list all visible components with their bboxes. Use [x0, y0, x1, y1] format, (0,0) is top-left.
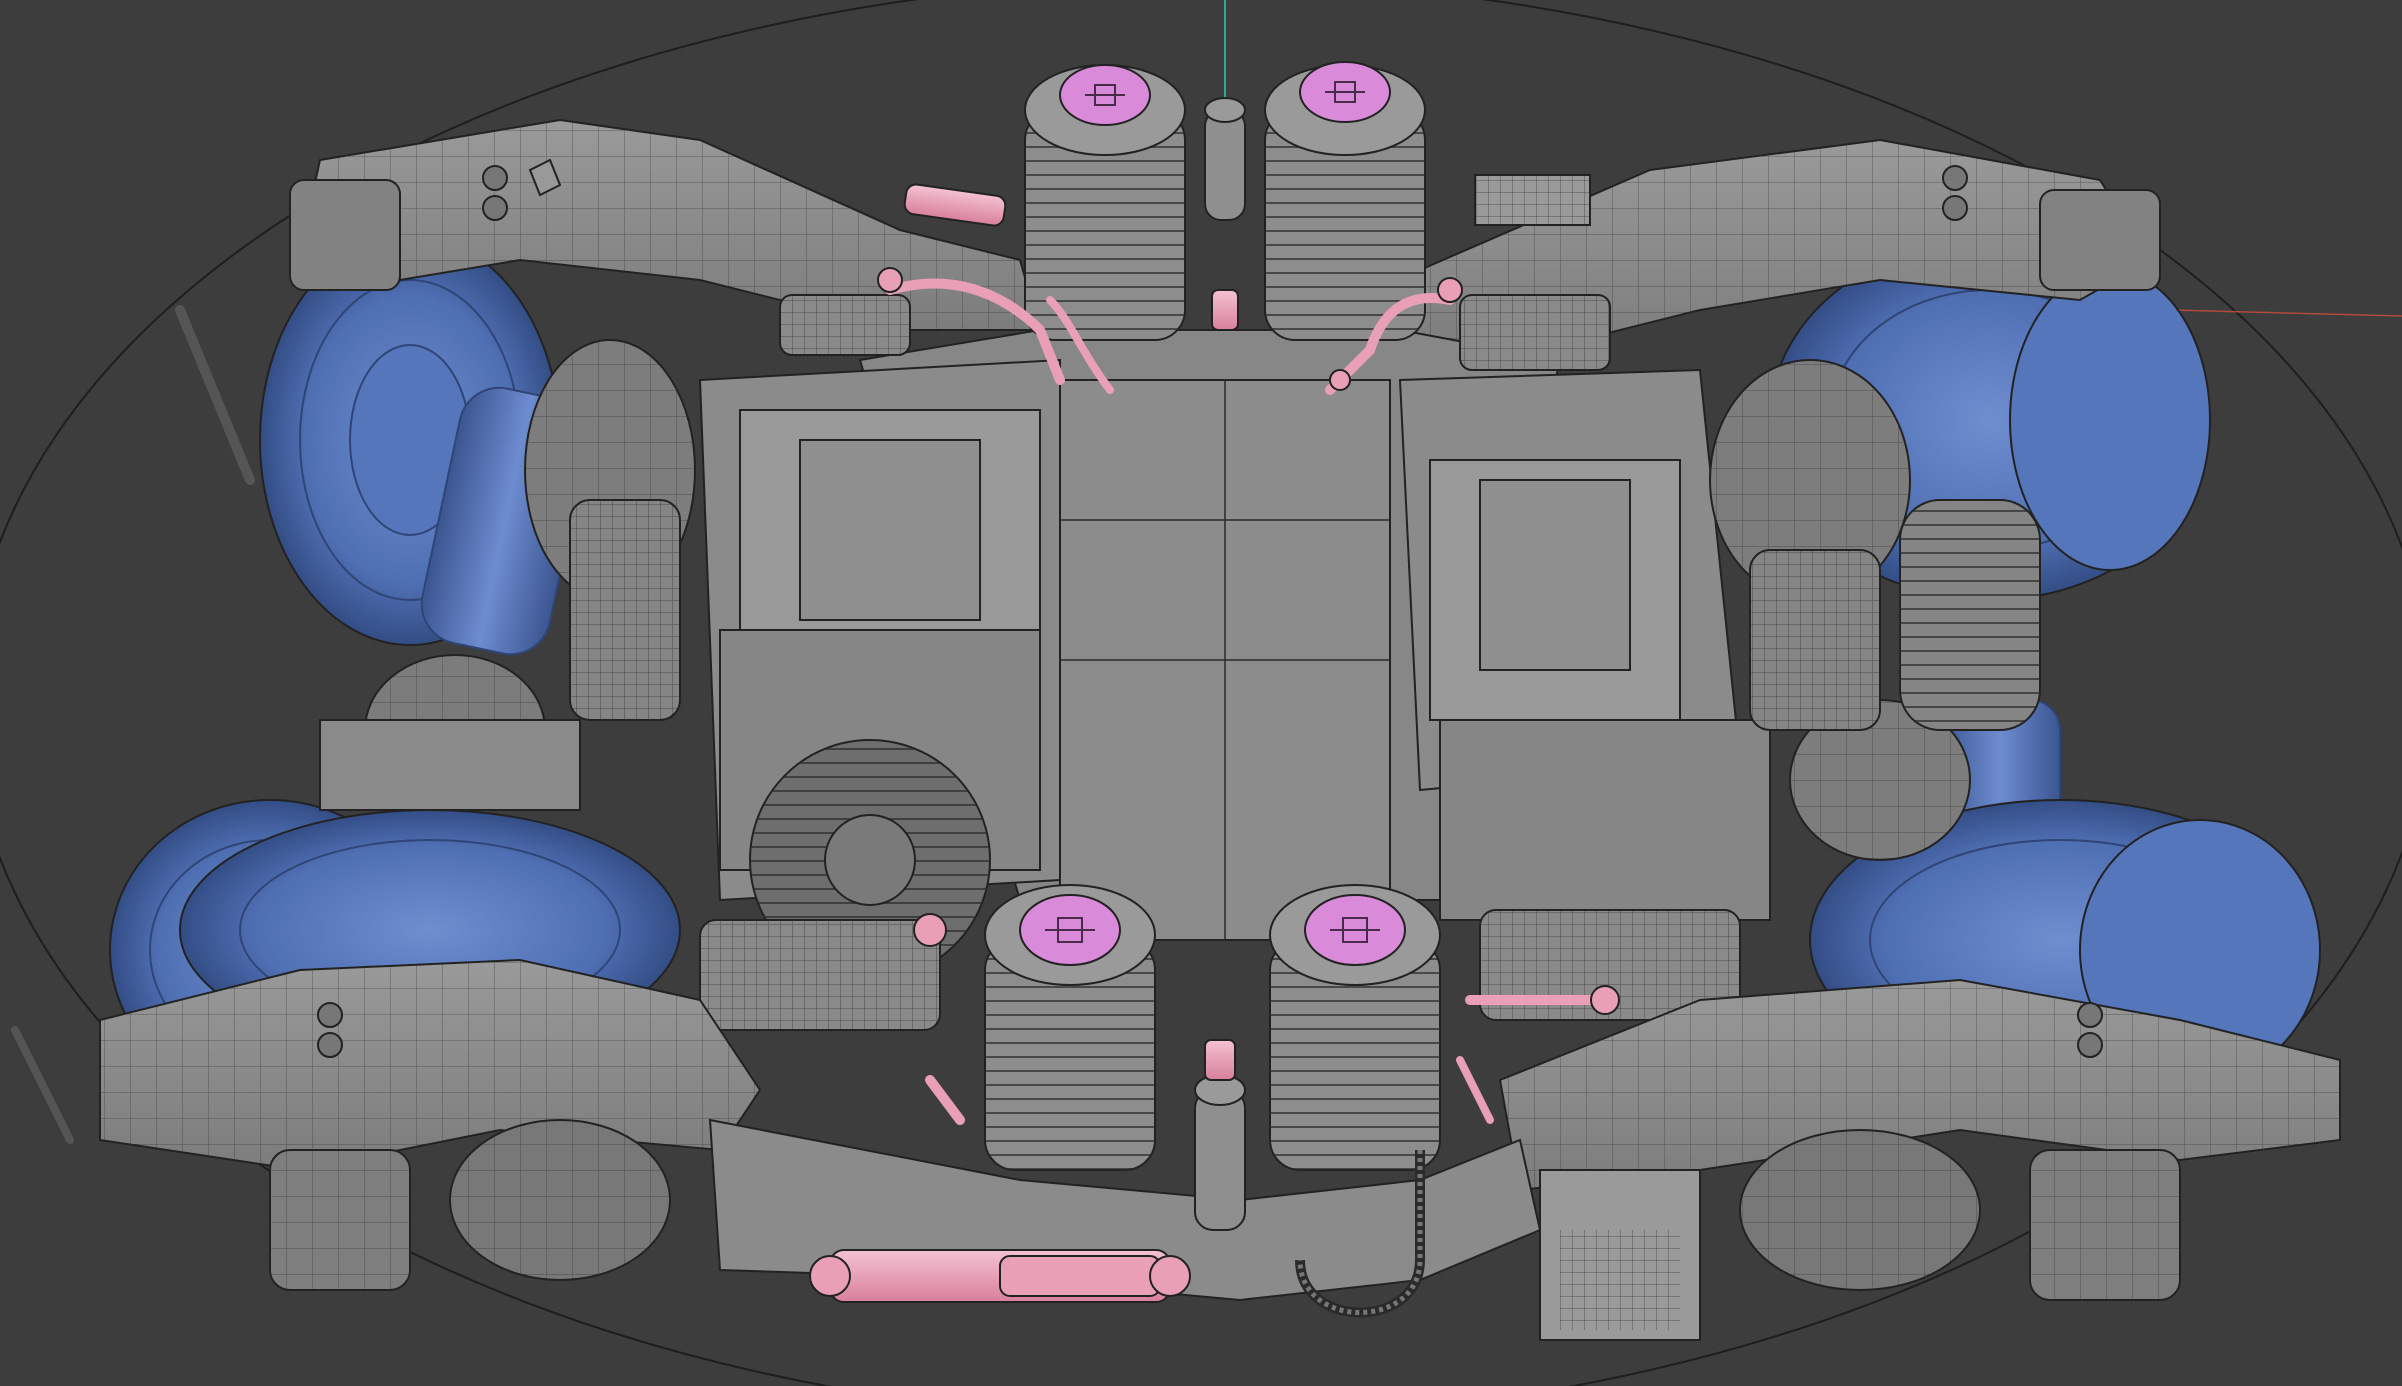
cable-left-top — [175, 305, 255, 485]
side-frame-right-end — [2039, 189, 2161, 291]
gizmo-x-axis — [2169, 309, 2402, 317]
bogie-3d-model-view[interactable] — [0, 0, 2402, 1386]
air-spring-top-right[interactable] — [1264, 61, 1426, 341]
3d-viewport[interactable] — [0, 0, 2402, 1386]
center-pivot-top[interactable] — [1204, 109, 1246, 221]
air-pipe-center-top[interactable] — [1211, 289, 1239, 331]
air-spring-bottom-left[interactable] — [984, 884, 1156, 1171]
traction-motor-left[interactable] — [698, 358, 1061, 981]
aux-motor-top-right[interactable] — [1459, 294, 1611, 371]
air-spring-bottom-right[interactable] — [1269, 884, 1441, 1171]
side-frame-bottom-left[interactable] — [99, 958, 762, 1291]
aux-motor-top-left[interactable] — [779, 294, 911, 356]
center-pivot-bottom[interactable] — [1194, 1089, 1246, 1231]
aux-motor-bottom-left[interactable] — [699, 919, 941, 1031]
yaw-damper-bottom[interactable] — [809, 1249, 1191, 1303]
cable-left-bottom — [11, 1026, 74, 1144]
side-frame-left-end — [289, 179, 401, 291]
